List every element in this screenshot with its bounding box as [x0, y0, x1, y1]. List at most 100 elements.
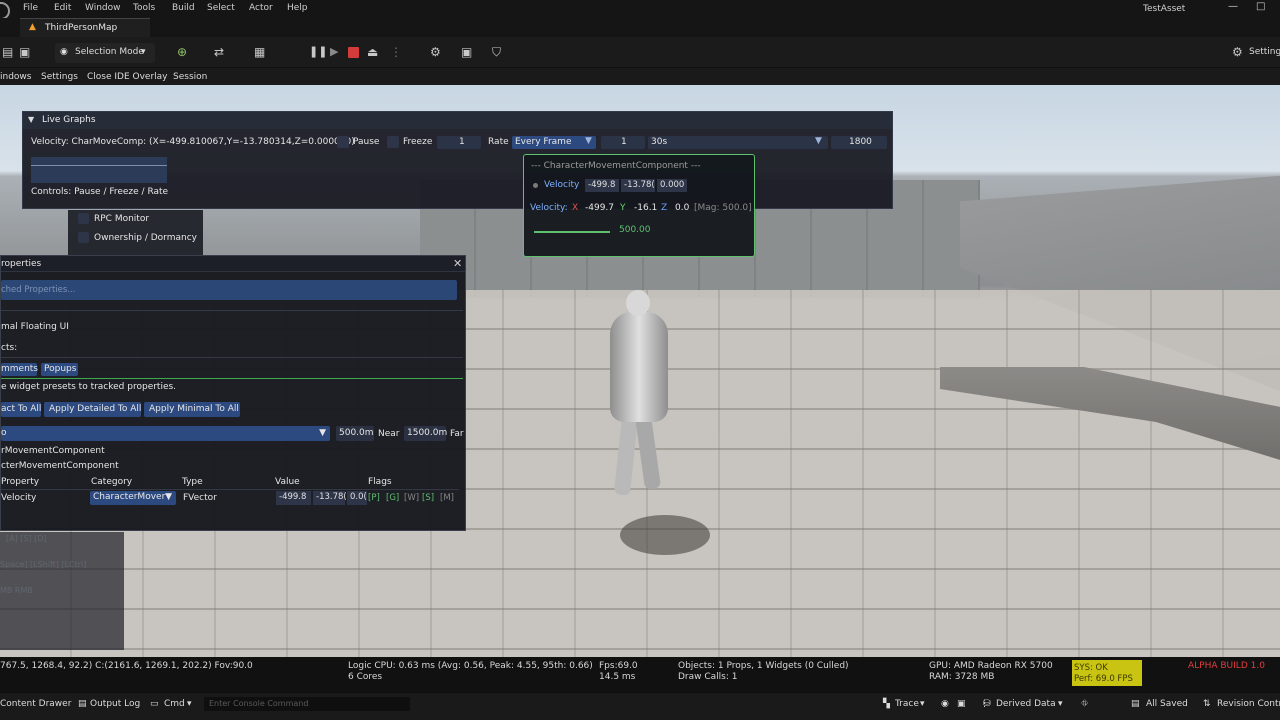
column-header-value[interactable]: Value [275, 477, 300, 487]
close-icon[interactable]: ✕ [453, 257, 462, 270]
frame-skip-icon[interactable]: ▶ [330, 45, 338, 58]
search-input[interactable]: ched Properties... [1, 280, 457, 300]
rate-dropdown[interactable]: Every Frame [512, 136, 596, 149]
chevron-down-icon[interactable]: ▾ [920, 699, 925, 709]
maximize-icon[interactable]: □ [1256, 1, 1265, 12]
menu-actor[interactable]: Actor [249, 3, 273, 13]
more-options-icon[interactable]: ⋮ [390, 45, 402, 59]
popups-toggle[interactable]: Popups [41, 363, 78, 376]
velocity-x-field[interactable]: -499.8 [585, 179, 619, 192]
pause-icon[interactable]: ❚❚ [309, 45, 327, 58]
cpu-cores: 6 Cores [348, 672, 383, 682]
output-log-button[interactable]: Output Log [90, 699, 140, 709]
menu-file[interactable]: File [23, 3, 38, 13]
cinematics-icon[interactable]: ▦ [254, 45, 265, 59]
search-placeholder: ched Properties... [1, 285, 76, 295]
tree-item[interactable]: cterMovementComponent [1, 461, 119, 471]
blueprint-icon[interactable]: ⇄ [214, 45, 224, 59]
live-graphs-header[interactable]: ▼ Live Graphs [23, 112, 892, 129]
selection-mode-label: Selection Mode [75, 47, 144, 57]
menu-close-ide-overlay[interactable]: Close IDE Overlay [87, 72, 168, 82]
gear-icon[interactable]: ⚙ [430, 45, 441, 59]
source-control-icon[interactable]: ⛗ [1081, 699, 1088, 709]
trace-button[interactable]: Trace [895, 699, 919, 709]
menu-window[interactable]: Window [85, 3, 121, 13]
velocity-y-field[interactable]: -13.78( [621, 179, 655, 192]
content-drawer-button[interactable]: Content Drawer [0, 699, 71, 709]
chevron-down-icon[interactable]: ▼ [585, 136, 592, 146]
console-input[interactable]: Enter Console Command [204, 697, 410, 711]
content-browser-icon[interactable]: ▣ [19, 45, 30, 59]
tree-item[interactable]: rMovementComponent [1, 446, 105, 456]
velocity-row-label: Velocity: [530, 203, 568, 213]
flag-g[interactable]: [G] [386, 493, 399, 503]
chevron-down-icon[interactable]: ▾ [187, 699, 192, 709]
apply-detailed-to-all-button[interactable]: Apply Detailed To All [44, 402, 141, 417]
chevron-down-icon[interactable]: ▾ [1058, 699, 1063, 709]
panel-header[interactable]: roperties ✕ [1, 256, 465, 272]
shield-icon[interactable]: ⛉ [492, 45, 501, 60]
list-item-ownership-dormancy[interactable]: Ownership / Dormancy [68, 229, 203, 247]
value-x-field[interactable]: -499.8 [276, 491, 311, 505]
column-header-flags[interactable]: Flags [368, 477, 392, 487]
all-saved-button[interactable]: All Saved [1146, 699, 1188, 709]
collapse-caret-icon[interactable]: ▼ [28, 115, 34, 124]
cmd-dropdown[interactable]: Cmd [164, 699, 185, 709]
apply-compact-to-all-button[interactable]: act To All [1, 402, 41, 417]
time-window-dropdown[interactable]: 30s [648, 136, 828, 149]
checkbox[interactable] [78, 213, 89, 224]
menu-tools[interactable]: Tools [133, 3, 155, 13]
settings-button[interactable]: Settings [1249, 47, 1280, 57]
selection-mode-dropdown[interactable]: ◉ Selection Mode ▾ [55, 43, 155, 63]
velocity-z-field[interactable]: 0.000 [657, 179, 687, 192]
chevron-down-icon[interactable]: ▼ [815, 136, 822, 146]
flag-p[interactable]: [P] [368, 493, 380, 503]
checkbox[interactable] [78, 232, 89, 243]
apply-minimal-to-all-button[interactable]: Apply Minimal To All [144, 402, 240, 417]
eject-icon[interactable]: ⏏ [367, 45, 378, 59]
menu-session[interactable]: Session [173, 72, 207, 82]
character-leg [613, 414, 639, 496]
minimize-icon[interactable]: — [1228, 1, 1238, 12]
cell-property: Velocity [1, 493, 37, 503]
flag-m[interactable]: [M] [440, 493, 454, 503]
frame-time: 14.5 ms [599, 672, 636, 682]
column-header-category[interactable]: Category [91, 477, 132, 487]
near-distance-field[interactable]: 500.0m [336, 426, 374, 441]
tab-third-person-map[interactable]: ▲ ThirdPersonMap [20, 18, 150, 37]
fps-readout: Fps:69.0 [599, 661, 638, 671]
far-distance-field[interactable]: 1500.0m [404, 426, 447, 441]
menu-windows[interactable]: indows [0, 72, 31, 82]
value-z-field[interactable]: 0.0( [347, 491, 367, 505]
value-y-field[interactable]: -13.78( [313, 491, 347, 505]
derived-data-button[interactable]: Derived Data [996, 699, 1056, 709]
flag-w[interactable]: [W] [404, 493, 419, 503]
column-header-property[interactable]: Property [1, 477, 39, 487]
add-actor-icon[interactable]: ⊕ [177, 45, 187, 59]
rate-step-field[interactable]: 1 [601, 136, 645, 149]
comments-toggle[interactable]: mments [1, 363, 38, 376]
menu-edit[interactable]: Edit [54, 3, 71, 13]
menu-select[interactable]: Select [207, 3, 235, 13]
menu-settings[interactable]: Settings [41, 72, 78, 82]
column-header-type[interactable]: Type [182, 477, 203, 487]
menu-build[interactable]: Build [172, 3, 195, 13]
flag-s[interactable]: [S] [422, 493, 434, 503]
display-mode-dropdown[interactable]: o ▼ [1, 426, 330, 441]
save-current-icon[interactable]: ▤ [2, 45, 13, 59]
pause-checkbox[interactable] [337, 136, 349, 148]
settings-gear-icon[interactable]: ⚙ [1232, 45, 1243, 59]
output-log-icon[interactable]: ▤ [78, 699, 87, 709]
chevron-down-icon: ▼ [165, 492, 172, 502]
record-icon[interactable]: ◉ [941, 699, 949, 709]
freeze-count-field[interactable]: 1 [437, 136, 481, 149]
revision-control-button[interactable]: Revision Contro [1217, 699, 1280, 709]
save-icon[interactable]: ▣ [461, 45, 472, 59]
stop-icon[interactable] [348, 47, 359, 58]
category-dropdown[interactable]: CharacterMover ▼ [90, 491, 176, 505]
list-item-rpc-monitor[interactable]: RPC Monitor [68, 210, 203, 228]
screenshot-icon[interactable]: ▣ [957, 699, 966, 709]
menu-help[interactable]: Help [287, 3, 308, 13]
freeze-checkbox[interactable] [387, 136, 399, 148]
sample-count-field[interactable]: 1800 [831, 136, 887, 149]
